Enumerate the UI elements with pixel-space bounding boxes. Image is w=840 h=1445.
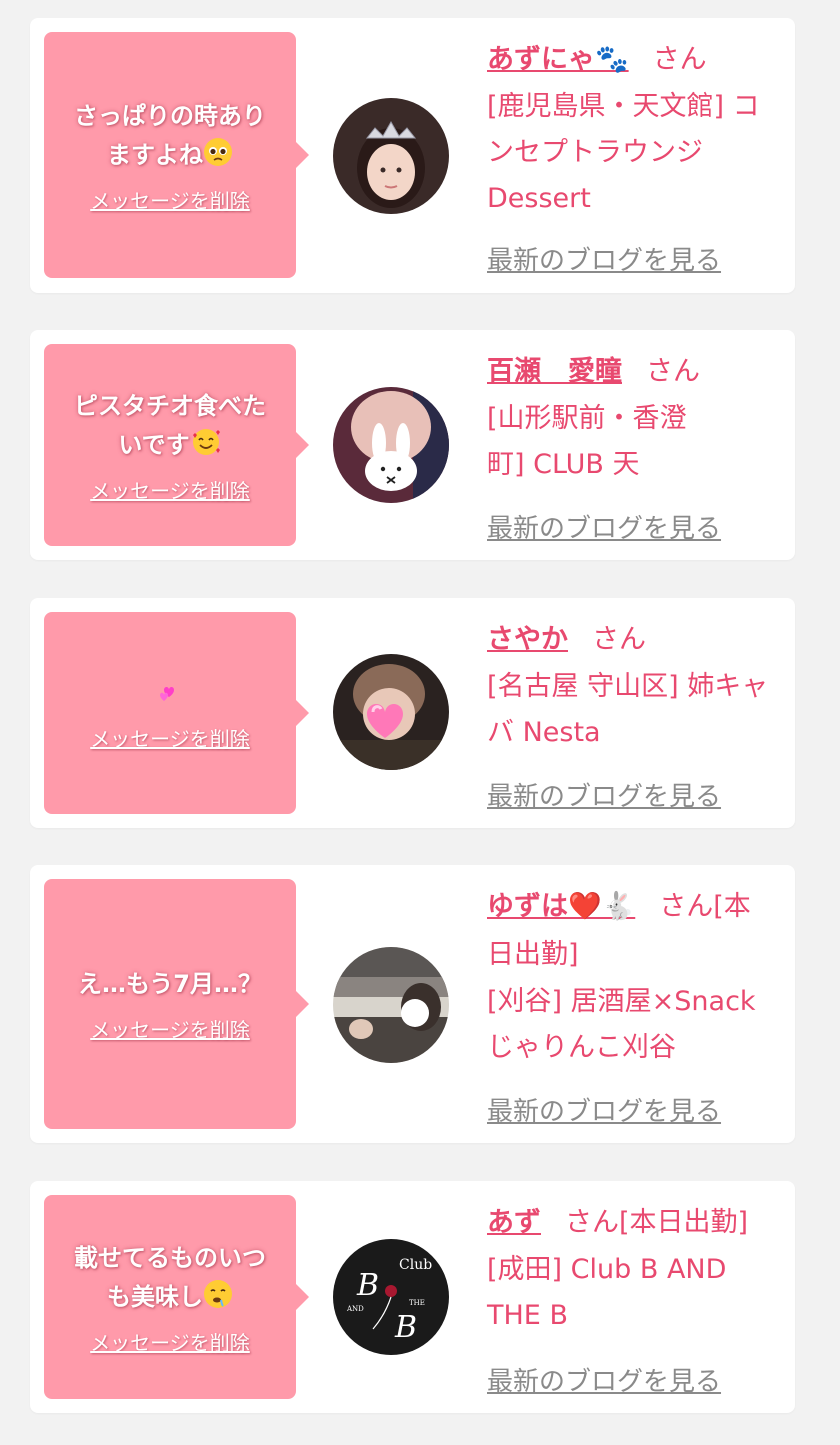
message-line: さっぱりの時あり (74, 101, 266, 130)
message-bubble: 載せてるものいつ も美味し メッセージを削除 (44, 1195, 309, 1399)
avatar[interactable] (333, 98, 449, 214)
honorific: さん[本日出勤] (565, 1207, 749, 1238)
shop-line: 町] CLUB 天 (487, 449, 640, 480)
name-line: さやか さん (487, 616, 777, 664)
shop-line: じゃりんこ刈谷 (487, 1032, 676, 1063)
message-card: え…もう7月…？ メッセージを削除 ゆずは❤️🐇 さん[本 日出勤] [刈谷] 居… (30, 865, 795, 1143)
profile-info: あず さん[本日出勤] [成田] Club B AND THE B (487, 1199, 777, 1339)
logo-text-b1: B (356, 1268, 379, 1303)
avatar-heart-sticker (333, 654, 449, 770)
delete-message-link[interactable]: メッセージを削除 (90, 1014, 250, 1043)
shop-info: [名古屋 守山区] 姉キャ バ Nesta (487, 664, 777, 756)
name-line: あず さん[本日出勤] (487, 1199, 777, 1247)
logo-text-club: Club (399, 1257, 432, 1273)
shop-line: Dessert (487, 183, 591, 214)
honorific: さん (646, 356, 700, 387)
avatar-car-selfie (333, 947, 449, 1063)
shop-info: [成田] Club B AND THE B (487, 1247, 777, 1339)
shop-line: [刈谷] 居酒屋×Snack (487, 986, 756, 1017)
message-line: 載せてるものいつ (74, 1243, 266, 1272)
profile-info: ゆずは❤️🐇 さん[本 日出勤] [刈谷] 居酒屋×Snack じゃりんこ刈谷 (487, 883, 777, 1071)
message-text: ピスタチオ食べた いです (74, 387, 266, 465)
message-list: さっぱりの時あり ますよね メッセージを削除 あずにゃ🐾 さん [鹿児島県・天文館… (0, 0, 840, 1445)
shop-info: [山形駅前・香澄 町] CLUB 天 (487, 396, 777, 488)
latest-blog-link[interactable]: 最新のブログを見る (487, 508, 721, 545)
message-card: メッセージを削除 さやか さん [名古屋 守山区] 姉キャ バ Nesta 最新の… (30, 598, 795, 828)
shop-line: [鹿児島県・天文館] コ (487, 91, 760, 122)
sender-name-link[interactable]: あず (487, 1207, 541, 1238)
message-line: ますよね (107, 140, 203, 169)
avatar[interactable]: Club B AND THE B (333, 1239, 449, 1355)
avatar[interactable] (333, 947, 449, 1063)
message-line: も美味し (107, 1282, 203, 1311)
message-line: え…もう7月…？ (78, 970, 262, 998)
logo-text-the: THE (409, 1299, 425, 1307)
profile-info: さやか さん [名古屋 守山区] 姉キャ バ Nesta (487, 616, 777, 756)
drooling-face-emoji (204, 1279, 232, 1308)
message-text: え…もう7月…？ (78, 965, 262, 1004)
shop-info: [鹿児島県・天文館] コ ンセプトラウンジ Dessert (487, 84, 777, 222)
name-line: 百瀬 愛瞳 さん (487, 348, 777, 396)
shop-line: [山形駅前・香澄 (487, 403, 687, 434)
message-text (157, 674, 183, 713)
message-card: 載せてるものいつ も美味し メッセージを削除 Club B AND THE B … (30, 1181, 795, 1413)
honorific: さん (592, 624, 646, 655)
profile-info: あずにゃ🐾 さん [鹿児島県・天文館] コ ンセプトラウンジ Dessert (487, 36, 777, 222)
sender-name-link[interactable]: さやか (487, 624, 568, 655)
pleading-face-emoji (204, 137, 232, 166)
message-bubble: メッセージを削除 (44, 612, 309, 814)
message-bubble: さっぱりの時あり ますよね メッセージを削除 (44, 32, 309, 278)
message-text: 載せてるものいつ も美味し (74, 1239, 266, 1317)
logo-text-and: AND (346, 1305, 364, 1313)
sender-name-link[interactable]: あずにゃ🐾 (487, 44, 629, 75)
delete-message-link[interactable]: メッセージを削除 (90, 1327, 250, 1356)
shop-line: バ Nesta (487, 717, 601, 748)
delete-message-link[interactable]: メッセージを削除 (90, 475, 250, 504)
name-line: あずにゃ🐾 さん (487, 36, 777, 84)
name-line: ゆずは❤️🐇 さん[本 (487, 883, 777, 931)
avatar-tiara-girl (333, 98, 449, 214)
avatar[interactable] (333, 387, 449, 503)
profile-info: 百瀬 愛瞳 さん [山形駅前・香澄 町] CLUB 天 (487, 348, 777, 488)
shop-line: [名古屋 守山区] 姉キャ (487, 671, 769, 702)
honorific: さん[本 (659, 891, 751, 922)
message-bubble: え…もう7月…？ メッセージを削除 (44, 879, 309, 1129)
latest-blog-link[interactable]: 最新のブログを見る (487, 1091, 721, 1128)
shop-line: ンセプトラウンジ (487, 137, 703, 168)
honorific-continued: 日出勤] (487, 939, 579, 970)
delete-message-link[interactable]: メッセージを削除 (90, 185, 250, 214)
sender-name-link[interactable]: ゆずは❤️🐇 (487, 891, 635, 922)
logo-text-b2: B (394, 1310, 417, 1345)
latest-blog-link[interactable]: 最新のブログを見る (487, 776, 721, 813)
smiling-face-with-hearts-emoji (192, 428, 220, 455)
avatar-club-logo: Club B AND THE B (333, 1239, 449, 1355)
latest-blog-link[interactable]: 最新のブログを見る (487, 240, 721, 277)
honorific: さん (652, 44, 707, 75)
message-line: ピスタチオ食べた (74, 391, 266, 420)
sender-name-link[interactable]: 百瀬 愛瞳 (487, 356, 622, 387)
avatar[interactable] (333, 654, 449, 770)
avatar-bunny-sticker (333, 387, 449, 503)
shop-line: THE B (487, 1300, 568, 1331)
message-text: さっぱりの時あり ますよね (74, 97, 266, 175)
message-line: いです (118, 430, 190, 459)
shop-info: [刈谷] 居酒屋×Snack じゃりんこ刈谷 (487, 979, 777, 1071)
two-hearts-emoji (160, 687, 174, 701)
delete-message-link[interactable]: メッセージを削除 (90, 723, 250, 752)
shop-line: [成田] Club B AND (487, 1254, 727, 1285)
latest-blog-link[interactable]: 最新のブログを見る (487, 1361, 721, 1398)
message-card: ピスタチオ食べた いです メッセージを削除 百瀬 愛瞳 さん [山形駅前・香澄 … (30, 330, 795, 560)
message-card: さっぱりの時あり ますよね メッセージを削除 あずにゃ🐾 さん [鹿児島県・天文館… (30, 18, 795, 293)
message-bubble: ピスタチオ食べた いです メッセージを削除 (44, 344, 309, 546)
